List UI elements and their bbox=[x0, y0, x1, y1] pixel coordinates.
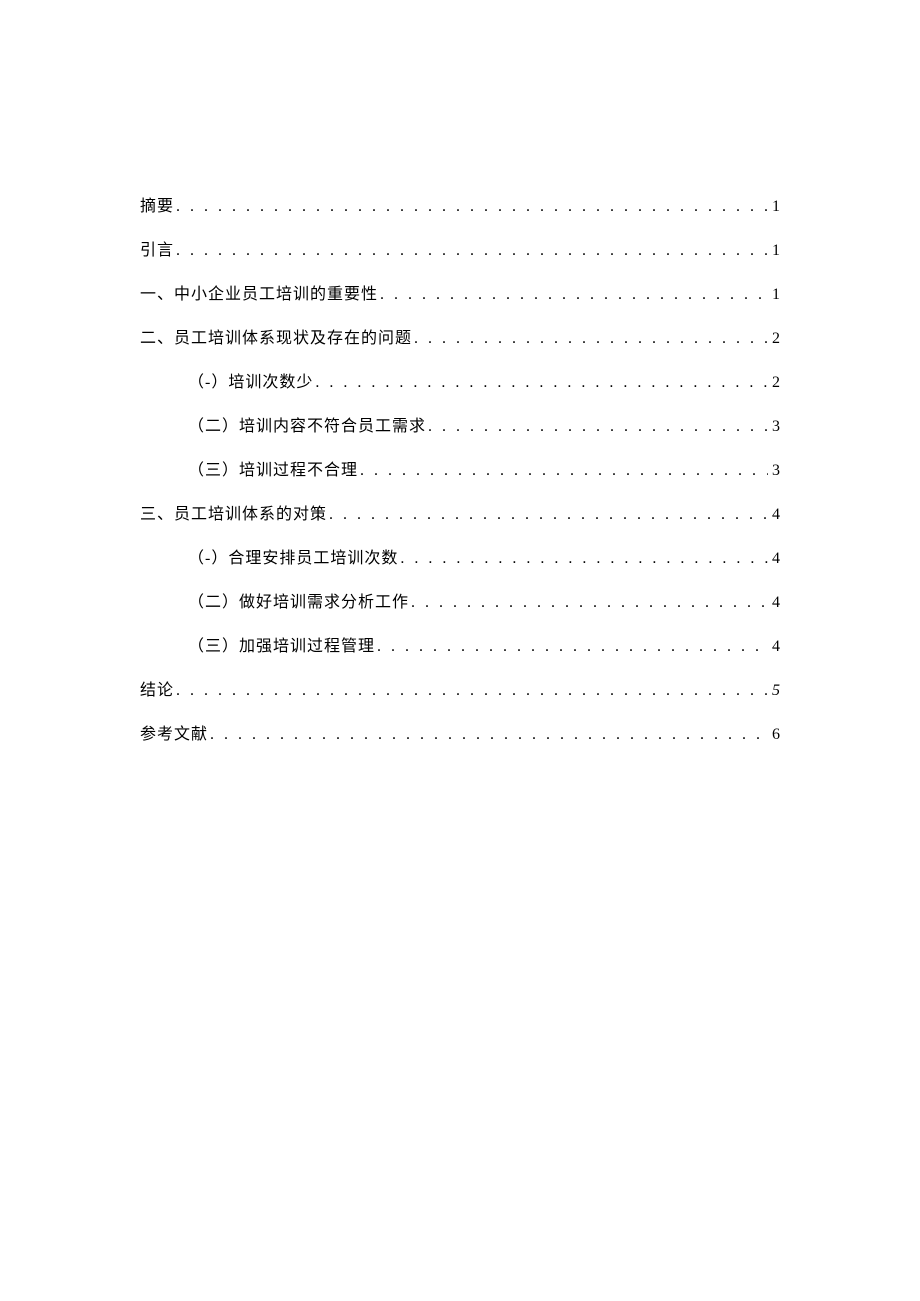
toc-entry: 摘要 1 bbox=[140, 195, 780, 219]
toc-entry: 引言 1 bbox=[140, 239, 780, 263]
toc-title: （-）合理安排员工培训次数 bbox=[188, 547, 398, 571]
toc-page: 1 bbox=[770, 283, 780, 307]
toc-page: 5 bbox=[770, 679, 780, 703]
toc-dots bbox=[176, 195, 768, 219]
toc-title: 摘要 bbox=[140, 195, 174, 219]
toc-dots bbox=[400, 547, 768, 571]
toc-title: 参考文献 bbox=[140, 723, 208, 747]
toc-dots bbox=[411, 591, 768, 615]
toc-page: 2 bbox=[770, 327, 780, 351]
toc-page: 2 bbox=[770, 371, 780, 395]
toc-entry: 参考文献 6 bbox=[140, 723, 780, 747]
toc-dots bbox=[428, 415, 768, 439]
toc-page: 1 bbox=[770, 195, 780, 219]
toc-title: 结论 bbox=[140, 679, 174, 703]
toc-dots bbox=[210, 723, 768, 747]
toc-page: 6 bbox=[770, 723, 780, 747]
toc-title: 三、员工培训体系的对策 bbox=[140, 503, 327, 527]
toc-dots bbox=[414, 327, 768, 351]
toc-entry: （-）合理安排员工培训次数 4 bbox=[140, 547, 780, 571]
toc-title: （二）培训内容不符合员工需求 bbox=[188, 415, 426, 439]
toc-title: （-）培训次数少 bbox=[188, 371, 313, 395]
toc-entry: 二、员工培训体系现状及存在的问题 2 bbox=[140, 327, 780, 351]
toc-dots bbox=[176, 239, 768, 263]
toc-dots bbox=[360, 459, 768, 483]
toc-entry: （二）做好培训需求分析工作 4 bbox=[140, 591, 780, 615]
toc-page: 4 bbox=[770, 591, 780, 615]
toc-entry: 一、中小企业员工培训的重要性 1 bbox=[140, 283, 780, 307]
toc-page: 1 bbox=[770, 239, 780, 263]
toc-dots bbox=[329, 503, 768, 527]
toc-page: 4 bbox=[770, 635, 780, 659]
toc-title: （三）加强培训过程管理 bbox=[188, 635, 375, 659]
toc-entry: 结论 5 bbox=[140, 679, 780, 703]
table-of-contents: 摘要 1 引言 1 一、中小企业员工培训的重要性 1 二、员工培训体系现状及存在… bbox=[140, 195, 780, 747]
toc-page: 3 bbox=[770, 415, 780, 439]
toc-title: 引言 bbox=[140, 239, 174, 263]
toc-dots bbox=[176, 679, 768, 703]
toc-page: 4 bbox=[770, 503, 780, 527]
toc-entry: 三、员工培训体系的对策 4 bbox=[140, 503, 780, 527]
toc-title: 一、中小企业员工培训的重要性 bbox=[140, 283, 378, 307]
toc-entry: （-）培训次数少 2 bbox=[140, 371, 780, 395]
toc-title: （三）培训过程不合理 bbox=[188, 459, 358, 483]
toc-page: 3 bbox=[770, 459, 780, 483]
toc-entry: （二）培训内容不符合员工需求 3 bbox=[140, 415, 780, 439]
toc-page: 4 bbox=[770, 547, 780, 571]
toc-entry: （三）加强培训过程管理 4 bbox=[140, 635, 780, 659]
toc-entry: （三）培训过程不合理 3 bbox=[140, 459, 780, 483]
toc-title: （二）做好培训需求分析工作 bbox=[188, 591, 409, 615]
toc-dots bbox=[315, 371, 768, 395]
toc-dots bbox=[380, 283, 768, 307]
toc-dots bbox=[377, 635, 768, 659]
toc-title: 二、员工培训体系现状及存在的问题 bbox=[140, 327, 412, 351]
